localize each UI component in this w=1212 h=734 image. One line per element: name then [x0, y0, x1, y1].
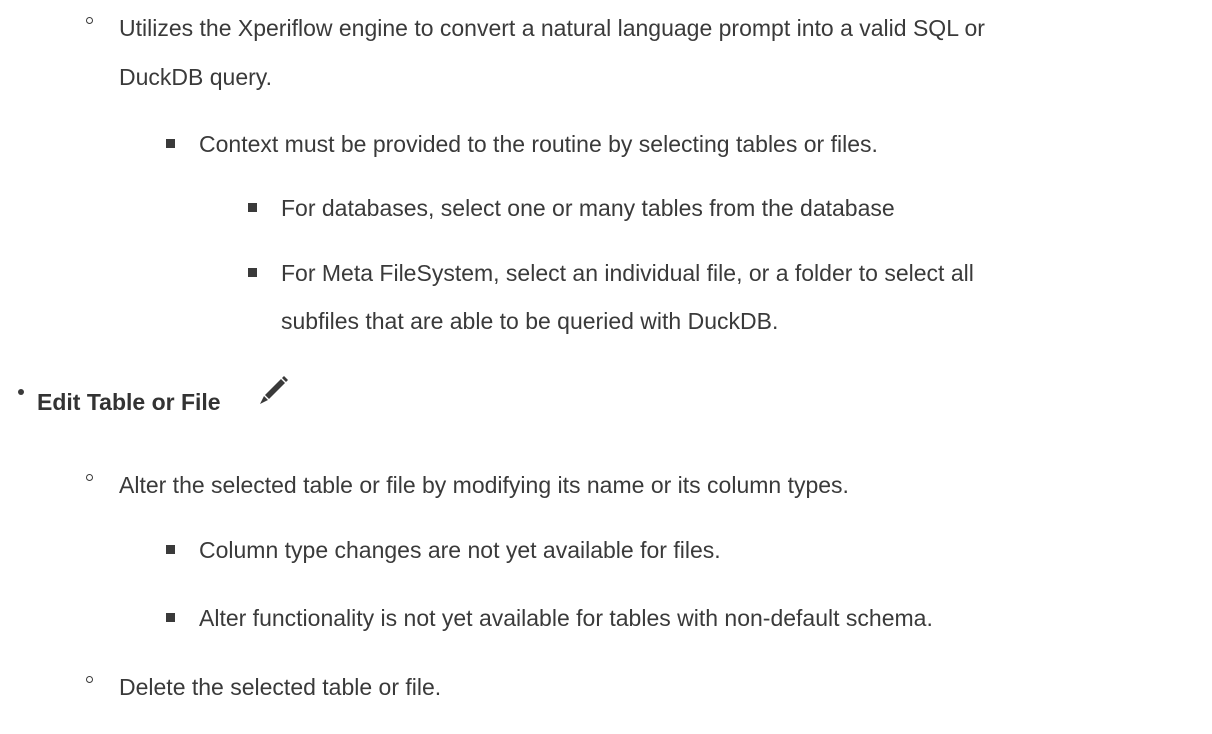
- circle-bullet-icon: [86, 676, 93, 683]
- circle-bullet-icon: [86, 17, 93, 24]
- pencil-icon: [260, 376, 288, 404]
- square-bullet-icon: [248, 268, 257, 277]
- square-bullet-icon: [166, 613, 175, 622]
- list-item-text: Alter the selected table or file by modi…: [119, 472, 849, 498]
- list-item-text: For databases, select one or many tables…: [281, 195, 895, 221]
- list-item-text: Utilizes the Xperiflow engine to convert…: [119, 15, 985, 41]
- circle-bullet-icon: [86, 474, 93, 481]
- square-bullet-icon: [166, 139, 175, 148]
- list-item-text: Context must be provided to the routine …: [199, 131, 878, 157]
- list-item-text: Column type changes are not yet availabl…: [199, 537, 721, 563]
- square-bullet-icon: [248, 203, 257, 212]
- section-heading-text: Edit Table or File: [37, 389, 221, 415]
- list-item-text: Alter functionality is not yet available…: [199, 605, 933, 631]
- list-item-text-continuation: DuckDB query.: [119, 64, 272, 90]
- bullet-dot-icon: [18, 389, 24, 395]
- square-bullet-icon: [166, 545, 175, 554]
- list-item-text: For Meta FileSystem, select an individua…: [281, 260, 974, 286]
- list-item-text-continuation: subfiles that are able to be queried wit…: [281, 308, 779, 334]
- list-item-text: Delete the selected table or file.: [119, 674, 442, 700]
- section-heading: Edit Table or File: [37, 388, 221, 416]
